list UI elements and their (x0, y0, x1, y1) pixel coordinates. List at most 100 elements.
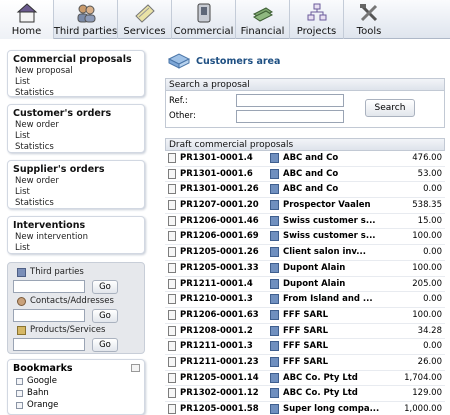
bookmark-item[interactable]: Google (13, 375, 139, 387)
menu-third-parties-label: Third parties (53, 26, 118, 37)
proposal-ref-link[interactable]: PR1211-0001.23 (180, 357, 259, 367)
bookmarks-title: Bookmarks (13, 363, 73, 374)
proposal-ref-link[interactable]: PR1206-0001.69 (180, 231, 259, 241)
menu-projects[interactable]: Projects (290, 0, 344, 39)
company-link[interactable]: Dupont Alain (283, 263, 345, 273)
company-link[interactable]: ABC and Co (283, 153, 338, 163)
search-button[interactable]: Search (365, 99, 415, 117)
company-link[interactable]: Swiss customer s... (283, 216, 376, 226)
proposal-ref-link[interactable]: PR1211-0001.3 (180, 341, 253, 351)
amount: 0.00 (423, 247, 442, 258)
ref-input[interactable] (236, 94, 344, 107)
menu-tools[interactable]: Tools (344, 0, 394, 39)
search-proposal-title: Search a proposal (165, 78, 445, 91)
proposal-ref-link[interactable]: PR1205-0001.14 (180, 373, 259, 383)
company-link[interactable]: Super long compa... (283, 404, 379, 414)
company-link[interactable]: ABC and Co (283, 184, 338, 194)
proposal-ref-link[interactable]: PR1208-0001.2 (180, 326, 253, 336)
amount: 34.28 (417, 325, 442, 336)
proposal-ref-link[interactable]: PR1302-0001.12 (180, 388, 259, 398)
leftmenu-link-new-order[interactable]: New order (13, 176, 139, 187)
table-row: PR1301-0001.26 ABC and Co 0.00 (165, 182, 445, 199)
company-link[interactable]: FFF SARL (283, 357, 328, 367)
menu-home[interactable]: Home (0, 0, 54, 39)
bookmark-item[interactable]: Bahn (13, 387, 139, 399)
leftmenu-title[interactable]: Supplier's orders (13, 164, 139, 176)
home-icon (16, 3, 37, 23)
leftmenu-customers-orders: Customer's orders New order List Statist… (7, 104, 145, 153)
bookmark-list-icon[interactable] (131, 364, 140, 372)
company-link[interactable]: Swiss customer s... (283, 231, 376, 241)
company-icon (270, 388, 279, 399)
company-icon (270, 294, 279, 305)
proposal-ref-link[interactable]: PR1205-0001.26 (180, 247, 259, 257)
proposal-ref-link[interactable]: PR1205-0001.58 (180, 404, 259, 414)
company-link[interactable]: ABC Co. Pty Ltd (283, 388, 358, 398)
table-row: PR1211-0001.3 FFF SARL 0.00 (165, 339, 445, 355)
third-parties-icon (17, 267, 26, 277)
company-link[interactable]: ABC Co. Pty Ltd (283, 373, 358, 383)
table-row: PR1205-0001.33 Dupont Alain 100.00 (165, 261, 445, 277)
menu-financial[interactable]: Financial (236, 0, 290, 39)
company-link[interactable]: Prospector Vaalen (283, 200, 371, 210)
bookmark-item[interactable]: Orange (13, 399, 139, 411)
menu-commercial[interactable]: Commercial (172, 0, 236, 39)
services-icon (134, 4, 155, 23)
go-button[interactable]: Go (92, 308, 118, 323)
leftmenu-title[interactable]: Customer's orders (13, 108, 139, 120)
company-link[interactable]: From Island and ... (283, 294, 373, 304)
quick-search-contacts-label: Contacts/Addresses (13, 295, 139, 307)
product-icon (17, 325, 26, 335)
company-link[interactable]: Dupont Alain (283, 279, 345, 289)
table-row: PR1206-0001.69 Swiss customer s... 100.00 (165, 229, 445, 246)
document-icon (168, 356, 176, 367)
proposal-ref-link[interactable]: PR1301-0001.6 (180, 169, 253, 179)
leftmenu-link-list[interactable]: List (13, 131, 139, 142)
company-icon (270, 372, 279, 383)
quick-search-third-parties-input[interactable] (13, 280, 85, 293)
bookmark-icon (16, 377, 23, 385)
menu-services[interactable]: Services (118, 0, 172, 39)
leftmenu-link-list[interactable]: List (13, 243, 139, 254)
quick-search-products-input[interactable] (13, 338, 85, 351)
company-icon (270, 200, 279, 211)
proposal-ref-link[interactable]: PR1211-0001.4 (180, 279, 253, 289)
draft-proposals-list: PR1301-0001.4 ABC and Co 476.00 PR1301-0001… (165, 151, 445, 415)
proposal-ref-link[interactable]: PR1207-0001.20 (180, 200, 259, 210)
company-link[interactable]: FFF SARL (283, 310, 328, 320)
leftmenu-link-new-intervention[interactable]: New intervention (13, 232, 139, 243)
proposal-ref-link[interactable]: PR1301-0001.26 (180, 184, 259, 194)
menu-financial-label: Financial (240, 26, 285, 37)
company-link[interactable]: FFF SARL (283, 341, 328, 351)
other-input[interactable] (236, 110, 344, 123)
company-link[interactable]: ABC and Co (283, 169, 338, 179)
leftmenu-link-new-proposal[interactable]: New proposal (13, 66, 139, 77)
menu-third-parties[interactable]: Third parties (54, 0, 118, 39)
company-link[interactable]: FFF SARL (283, 326, 328, 336)
quick-search-contacts-input[interactable] (13, 309, 85, 322)
customers-area-icon (168, 53, 190, 69)
proposal-ref-link[interactable]: PR1210-0001.3 (180, 294, 253, 304)
proposal-ref-link[interactable]: PR1206-0001.63 (180, 310, 259, 320)
leftmenu-link-list[interactable]: List (13, 187, 139, 198)
amount: 1,704.00 (404, 372, 442, 383)
proposal-ref-link[interactable]: PR1206-0001.46 (180, 216, 259, 226)
document-icon (168, 262, 176, 273)
leftmenu-title[interactable]: Interventions (13, 220, 139, 232)
leftmenu-link-list[interactable]: List (13, 77, 139, 88)
proposal-ref-link[interactable]: PR1205-0001.33 (180, 263, 259, 273)
leftmenu-link-statistics[interactable]: Statistics (13, 142, 139, 153)
menu-projects-label: Projects (296, 26, 337, 37)
company-link[interactable]: Client salon inv... (283, 247, 366, 257)
leftmenu-title[interactable]: Commercial proposals (13, 54, 139, 66)
leftmenu-link-statistics[interactable]: Statistics (13, 88, 139, 99)
go-button[interactable]: Go (92, 337, 118, 352)
leftmenu-link-statistics[interactable]: Statistics (13, 198, 139, 209)
amount: 100.00 (412, 231, 442, 242)
third-parties-icon (77, 4, 95, 23)
go-button[interactable]: Go (92, 279, 118, 294)
leftmenu-link-new-order[interactable]: New order (13, 120, 139, 131)
company-icon (270, 247, 279, 258)
proposal-ref-link[interactable]: PR1301-0001.4 (180, 153, 253, 163)
projects-icon (307, 3, 326, 21)
